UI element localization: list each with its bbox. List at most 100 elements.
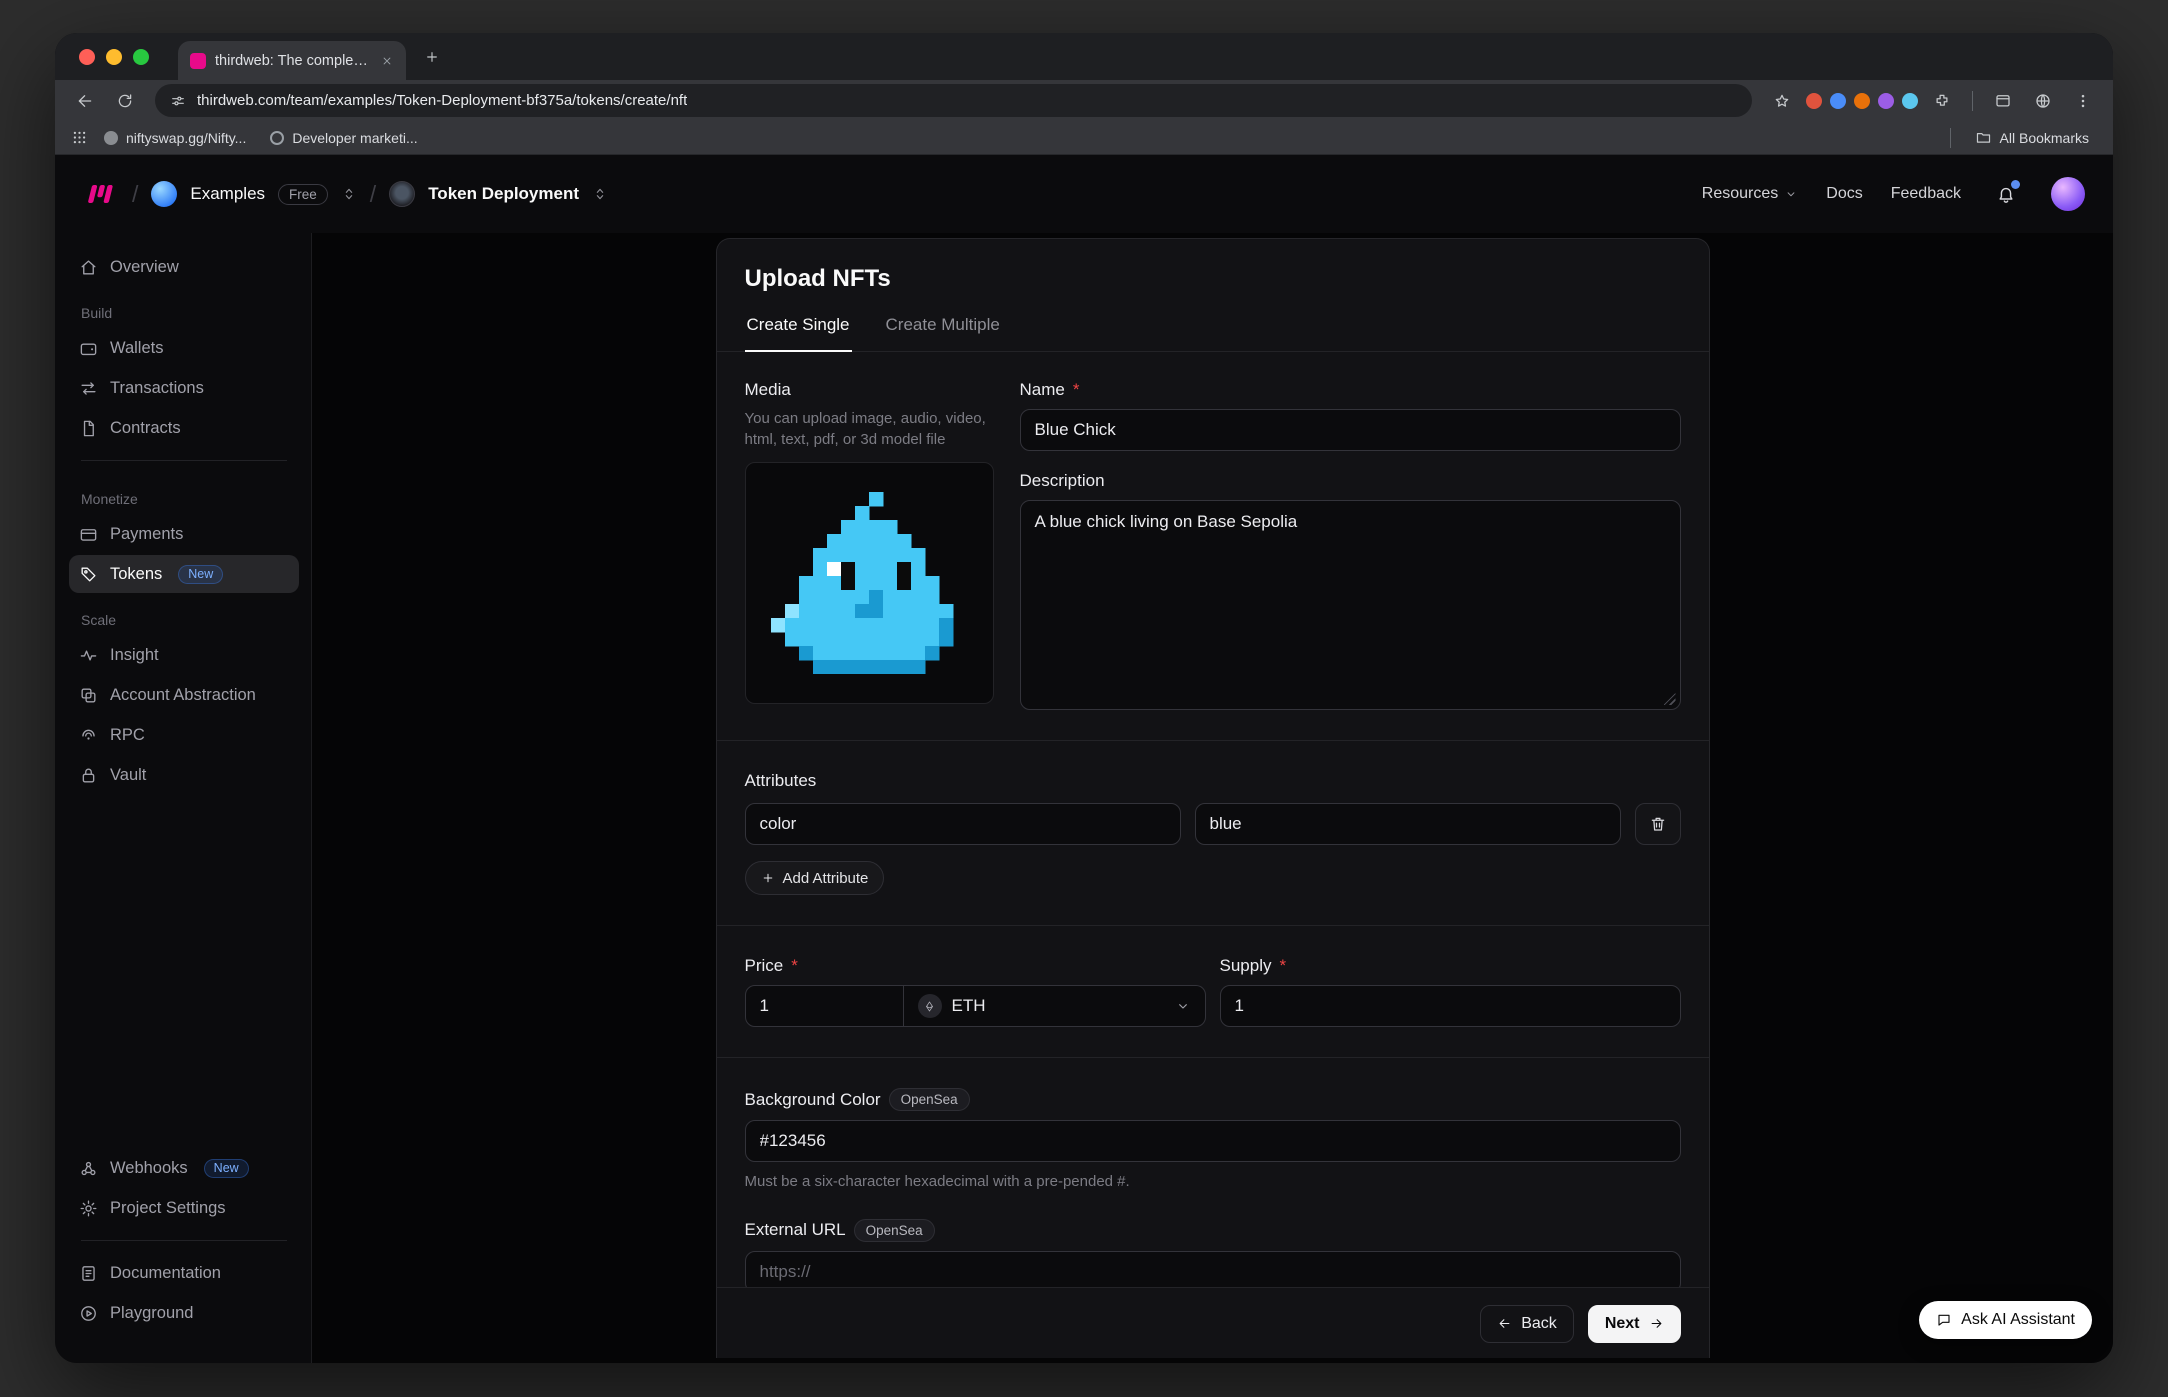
description-textarea[interactable]: A blue chick living on Base Sepolia [1020,500,1681,710]
extension-icon[interactable] [1854,93,1870,109]
sidebar-item-label: Insight [110,646,159,665]
new-badge: New [204,1159,249,1178]
tab-create-multiple[interactable]: Create Multiple [884,315,1002,351]
notifications-button[interactable] [1989,177,2023,211]
close-tab-icon[interactable] [380,54,394,68]
new-tab-button[interactable] [418,43,446,71]
sidebar-item-playground[interactable]: Playground [69,1294,299,1332]
tab-panel-button[interactable] [1987,85,2019,117]
sidebar-item-vault[interactable]: Vault [69,756,299,794]
back-arrow-icon [76,92,94,110]
arrow-left-icon [1497,1316,1512,1331]
sidebar-group-monetize: Monetize [81,491,311,507]
add-attribute-button[interactable]: Add Attribute [745,861,885,895]
profile-button[interactable] [2027,85,2059,117]
webhook-icon [79,1159,98,1178]
supply-input[interactable] [1220,985,1681,1027]
sidebar-item-tokens[interactable]: Tokens New [69,555,299,593]
sidebar-item-label: Overview [110,258,179,277]
opensea-badge: OpenSea [889,1088,970,1111]
name-label: Name [1020,380,1065,400]
section-divider [717,1057,1709,1058]
team-name[interactable]: Examples [190,184,265,204]
all-bookmarks-button[interactable]: All Bookmarks [1967,129,2097,146]
sidebar-item-documentation[interactable]: Documentation [69,1254,299,1292]
delete-attribute-button[interactable] [1635,803,1681,845]
sidebar-item-label: Tokens [110,565,162,584]
attribute-trait-input[interactable] [745,803,1181,845]
kebab-menu-icon [2074,92,2092,110]
star-icon [1773,92,1791,110]
ask-ai-assistant-button[interactable]: Ask AI Assistant [1919,1301,2092,1339]
project-name[interactable]: Token Deployment [428,184,579,204]
feedback-link[interactable]: Feedback [1891,185,1961,203]
sidebar-item-payments[interactable]: Payments [69,515,299,553]
background-color-input[interactable] [745,1120,1681,1162]
plan-badge: Free [278,184,328,205]
home-icon [79,258,98,277]
reload-button[interactable] [109,85,141,117]
extension-icon[interactable] [1878,93,1894,109]
sidebar-item-contracts[interactable]: Contracts [69,409,299,447]
price-label: Price [745,956,784,976]
extension-icon[interactable] [1830,93,1846,109]
sidebar-item-insight[interactable]: Insight [69,636,299,674]
sidebar-item-account-abstraction[interactable]: Account Abstraction [69,676,299,714]
docs-link[interactable]: Docs [1826,185,1862,203]
price-input[interactable] [745,985,904,1027]
sidebar-item-label: Wallets [110,339,163,358]
browser-menu-button[interactable] [2067,85,2099,117]
media-label: Media [745,380,791,400]
name-input[interactable] [1020,409,1681,451]
chevrons-updown-icon[interactable] [341,186,357,202]
minimize-window-button[interactable] [106,49,122,65]
bookmark-item[interactable]: Developer marketi... [262,130,425,146]
globe-icon [2034,92,2052,110]
panel-icon [1994,92,2012,110]
back-button[interactable]: Back [1480,1305,1574,1343]
browser-tab[interactable]: thirdweb: The complete web... [178,41,406,80]
thirdweb-logo-icon[interactable] [83,182,119,206]
zoom-window-button[interactable] [133,49,149,65]
sidebar: Overview Build Wallets Transactions Cont… [55,233,312,1363]
address-bar[interactable]: thirdweb.com/team/examples/Token-Deploym… [155,84,1752,117]
user-avatar[interactable] [2051,177,2085,211]
chevron-down-icon [1175,998,1191,1014]
apps-grid-icon[interactable] [71,129,88,146]
tag-icon [79,565,98,584]
sidebar-item-overview[interactable]: Overview [69,248,299,286]
site-settings-icon[interactable] [170,93,186,109]
sidebar-item-webhooks[interactable]: Webhooks New [69,1149,299,1187]
required-asterisk: * [791,956,798,976]
media-upload-dropzone[interactable] [745,462,994,704]
sidebar-item-transactions[interactable]: Transactions [69,369,299,407]
attribute-value-input[interactable] [1195,803,1621,845]
docs-label: Docs [1826,185,1862,203]
bookmark-star-button[interactable] [1766,85,1798,117]
required-asterisk: * [1279,956,1286,976]
currency-select[interactable]: ETH [904,985,1206,1027]
notification-dot [2011,180,2020,189]
pulse-icon [79,646,98,665]
tab-create-single[interactable]: Create Single [745,315,852,351]
back-button[interactable] [69,85,101,117]
sidebar-item-project-settings[interactable]: Project Settings [69,1189,299,1227]
description-label: Description [1020,471,1105,491]
close-window-button[interactable] [79,49,95,65]
bookmark-item[interactable]: niftyswap.gg/Nifty... [96,130,254,146]
page-title: Upload NFTs [745,265,1681,293]
resources-menu[interactable]: Resources [1702,185,1798,203]
attribute-row [745,803,1681,845]
tab-title: thirdweb: The complete web... [215,53,371,69]
extension-icon[interactable] [1902,93,1918,109]
next-button[interactable]: Next [1588,1305,1681,1343]
sidebar-item-wallets[interactable]: Wallets [69,329,299,367]
sidebar-item-label: Playground [110,1304,193,1323]
sidebar-item-rpc[interactable]: RPC [69,716,299,754]
extension-icon[interactable] [1806,93,1822,109]
extensions-menu-button[interactable] [1926,85,1958,117]
background-color-label: Background Color [745,1090,881,1110]
browser-toolbar: thirdweb.com/team/examples/Token-Deploym… [55,80,2113,121]
nft-pixel-art [771,492,967,674]
chevrons-updown-icon[interactable] [592,186,608,202]
